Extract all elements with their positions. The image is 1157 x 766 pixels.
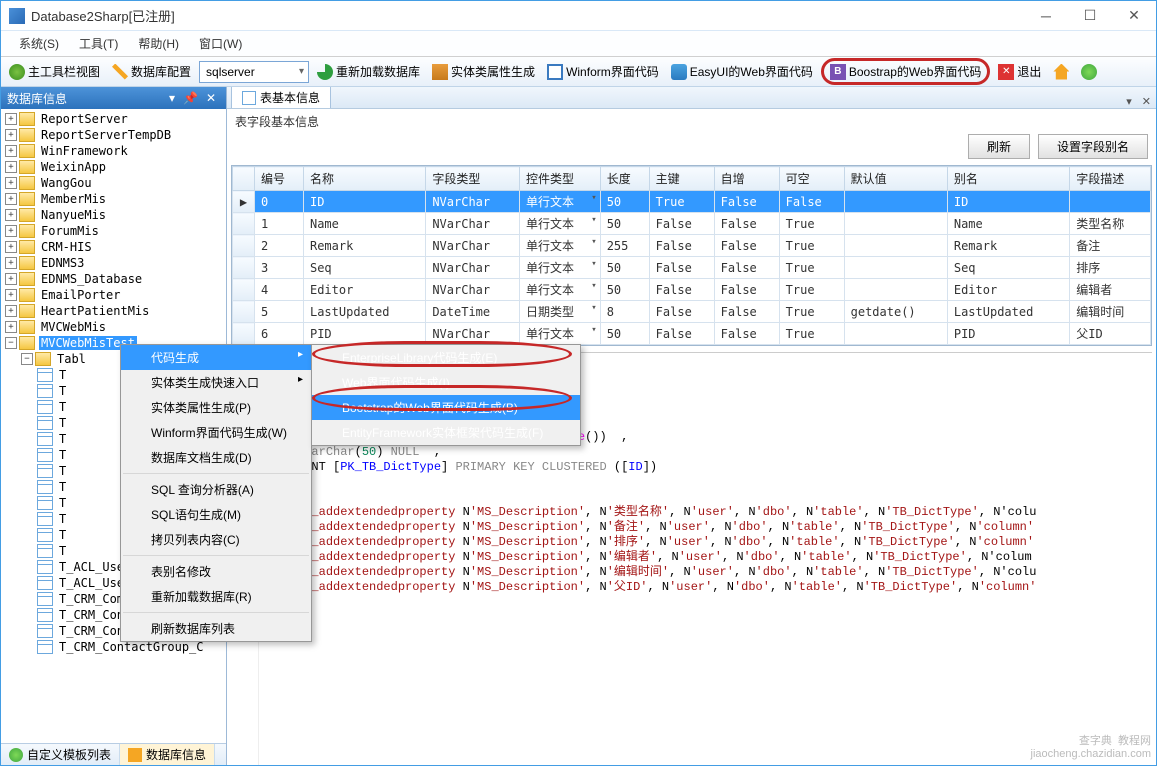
panel-pin-icon[interactable]: 📌: [179, 91, 202, 105]
menu-item[interactable]: 表别名修改: [121, 559, 311, 584]
menu-item[interactable]: 拷贝列表内容(C): [121, 527, 311, 552]
close-button[interactable]: ✕: [1120, 6, 1148, 26]
menu-item[interactable]: 数据库文档生成(D): [121, 445, 311, 470]
menu-item[interactable]: 刷新数据库列表: [121, 616, 311, 641]
window-title: Database2Sharp[已注册]: [31, 6, 1032, 25]
tree-node-db[interactable]: +EmailPorter: [1, 287, 226, 303]
tree-node-db[interactable]: +NanyueMis: [1, 207, 226, 223]
tree-node-db[interactable]: +MVCWebMis: [1, 319, 226, 335]
table-row[interactable]: 5LastUpdatedDateTime日期类型8FalseFalseTrueg…: [233, 301, 1151, 323]
panel-close-icon[interactable]: ✕: [202, 91, 220, 105]
maximize-button[interactable]: ☐: [1076, 6, 1104, 26]
submenu-item[interactable]: EnterpriseLibrary代码生成(E): [312, 345, 580, 370]
field-grid[interactable]: 编号名称字段类型控件类型长度主键自增可空默认值别名字段描述▶0IDNVarCha…: [231, 165, 1152, 346]
menu-item[interactable]: 重新加载数据库(R): [121, 584, 311, 609]
watermark: 查字典 教程网 jiaocheng.chazidian.com: [1031, 732, 1151, 760]
home-icon: [1053, 64, 1069, 80]
menu-item[interactable]: SQL 查询分析器(A): [121, 477, 311, 502]
menu-item[interactable]: 代码生成EnterpriseLibrary代码生成(E)Web界面代码生成(I)…: [121, 345, 311, 370]
titlebar: Database2Sharp[已注册] ─ ☐ ✕: [1, 1, 1156, 31]
menu-window[interactable]: 窗口(W): [189, 31, 252, 56]
web-icon: [671, 64, 687, 80]
set-alias-button[interactable]: 设置字段别名: [1038, 134, 1148, 159]
table-icon: [242, 91, 256, 105]
table-row[interactable]: 6PIDNVarChar单行文本50FalseFalseTruePID父ID: [233, 323, 1151, 345]
submenu[interactable]: EnterpriseLibrary代码生成(E)Web界面代码生成(I)Boot…: [311, 344, 581, 446]
tree-node-db[interactable]: +HeartPatientMis: [1, 303, 226, 319]
wrench-icon: [112, 64, 128, 80]
properties-icon: [432, 64, 448, 80]
tab-custom-template[interactable]: 自定义模板列表: [1, 744, 120, 765]
table-row[interactable]: 3SeqNVarChar单行文本50FalseFalseTrueSeq排序: [233, 257, 1151, 279]
tb-home[interactable]: [1049, 62, 1073, 82]
menu-tools[interactable]: 工具(T): [69, 31, 128, 56]
doc-tab-active[interactable]: 表基本信息: [231, 87, 331, 108]
context-menu[interactable]: 代码生成EnterpriseLibrary代码生成(E)Web界面代码生成(I)…: [120, 344, 312, 642]
tb-entity-prop[interactable]: 实体类属性生成: [428, 61, 539, 82]
tree-node-db[interactable]: +ForumMis: [1, 223, 226, 239]
panel-dropdown-icon[interactable]: ▾: [165, 91, 179, 105]
refresh-icon: [317, 64, 333, 80]
window-icon: [547, 64, 563, 80]
tree-node-db[interactable]: +CRM-HIS: [1, 239, 226, 255]
tb-winform-code[interactable]: Winform界面代码: [543, 61, 663, 82]
tree-node-db[interactable]: +MemberMis: [1, 191, 226, 207]
tree-node-db[interactable]: +WangGou: [1, 175, 226, 191]
submenu-item[interactable]: EntityFramework实体框架代码生成(F): [312, 420, 580, 445]
tb-db-config[interactable]: 数据库配置: [108, 61, 195, 82]
panel-title: 数据库信息: [7, 90, 67, 107]
tree-node-db[interactable]: +WeixinApp: [1, 159, 226, 175]
table-row[interactable]: 2RemarkNVarChar单行文本255FalseFalseTrueRema…: [233, 235, 1151, 257]
globe-icon: [9, 64, 25, 80]
app-icon: [9, 8, 25, 24]
menubar: 系统(S) 工具(T) 帮助(H) 窗口(W): [1, 31, 1156, 57]
menu-item[interactable]: 实体类属性生成(P): [121, 395, 311, 420]
refresh-green-icon: [1081, 64, 1097, 80]
menu-item[interactable]: SQL语句生成(M): [121, 502, 311, 527]
exit-icon: ✕: [998, 64, 1014, 80]
tb-bootstrap-web[interactable]: BBoostrap的Web界面代码: [821, 58, 991, 85]
tree-node-db[interactable]: +ReportServerTempDB: [1, 127, 226, 143]
tb-reload-db[interactable]: 重新加载数据库: [313, 61, 424, 82]
db-type-combo[interactable]: sqlserver: [199, 61, 309, 83]
tb-exit[interactable]: ✕退出: [994, 61, 1045, 82]
toolbar: 主工具栏视图 数据库配置 sqlserver 重新加载数据库 实体类属性生成 W…: [1, 57, 1156, 87]
table-row[interactable]: ▶0IDNVarChar单行文本50TrueFalseFalseID: [233, 191, 1151, 213]
tb-refresh-green[interactable]: [1077, 62, 1101, 82]
template-icon: [9, 748, 23, 762]
doc-tab-row: 表基本信息 ▾ ✕: [227, 87, 1156, 109]
tree-node-db[interactable]: +ReportServer: [1, 111, 226, 127]
bootstrap-icon: B: [830, 64, 846, 80]
menu-system[interactable]: 系统(S): [9, 31, 69, 56]
menu-help[interactable]: 帮助(H): [128, 31, 189, 56]
tree-node-db[interactable]: +EDNMS_Database: [1, 271, 226, 287]
tb-main-view[interactable]: 主工具栏视图: [5, 61, 104, 82]
submenu-item[interactable]: Web界面代码生成(I): [312, 370, 580, 395]
refresh-button[interactable]: 刷新: [968, 134, 1030, 159]
doc-close-icon[interactable]: ✕: [1137, 95, 1156, 108]
bottom-tabs: 自定义模板列表 数据库信息: [1, 743, 226, 765]
panel-header: 数据库信息 ▾ 📌 ✕: [1, 87, 226, 109]
tree-node-db[interactable]: +WinFramework: [1, 143, 226, 159]
table-info-label: 表字段基本信息: [227, 109, 1156, 134]
tree-node-db[interactable]: +EDNMS3: [1, 255, 226, 271]
tb-easyui-web[interactable]: EasyUI的Web界面代码: [667, 61, 817, 82]
minimize-button[interactable]: ─: [1032, 6, 1060, 26]
tab-db-info[interactable]: 数据库信息: [120, 744, 215, 765]
doc-dropdown-icon[interactable]: ▾: [1121, 95, 1137, 108]
table-row[interactable]: 4EditorNVarChar单行文本50FalseFalseTrueEdito…: [233, 279, 1151, 301]
table-row[interactable]: 1NameNVarChar单行文本50FalseFalseTrueName类型名…: [233, 213, 1151, 235]
db-icon: [128, 748, 142, 762]
menu-item[interactable]: 实体类生成快速入口: [121, 370, 311, 395]
menu-item[interactable]: Winform界面代码生成(W): [121, 420, 311, 445]
submenu-item[interactable]: Bootstrap的Web界面代码生成(B): [312, 395, 580, 420]
